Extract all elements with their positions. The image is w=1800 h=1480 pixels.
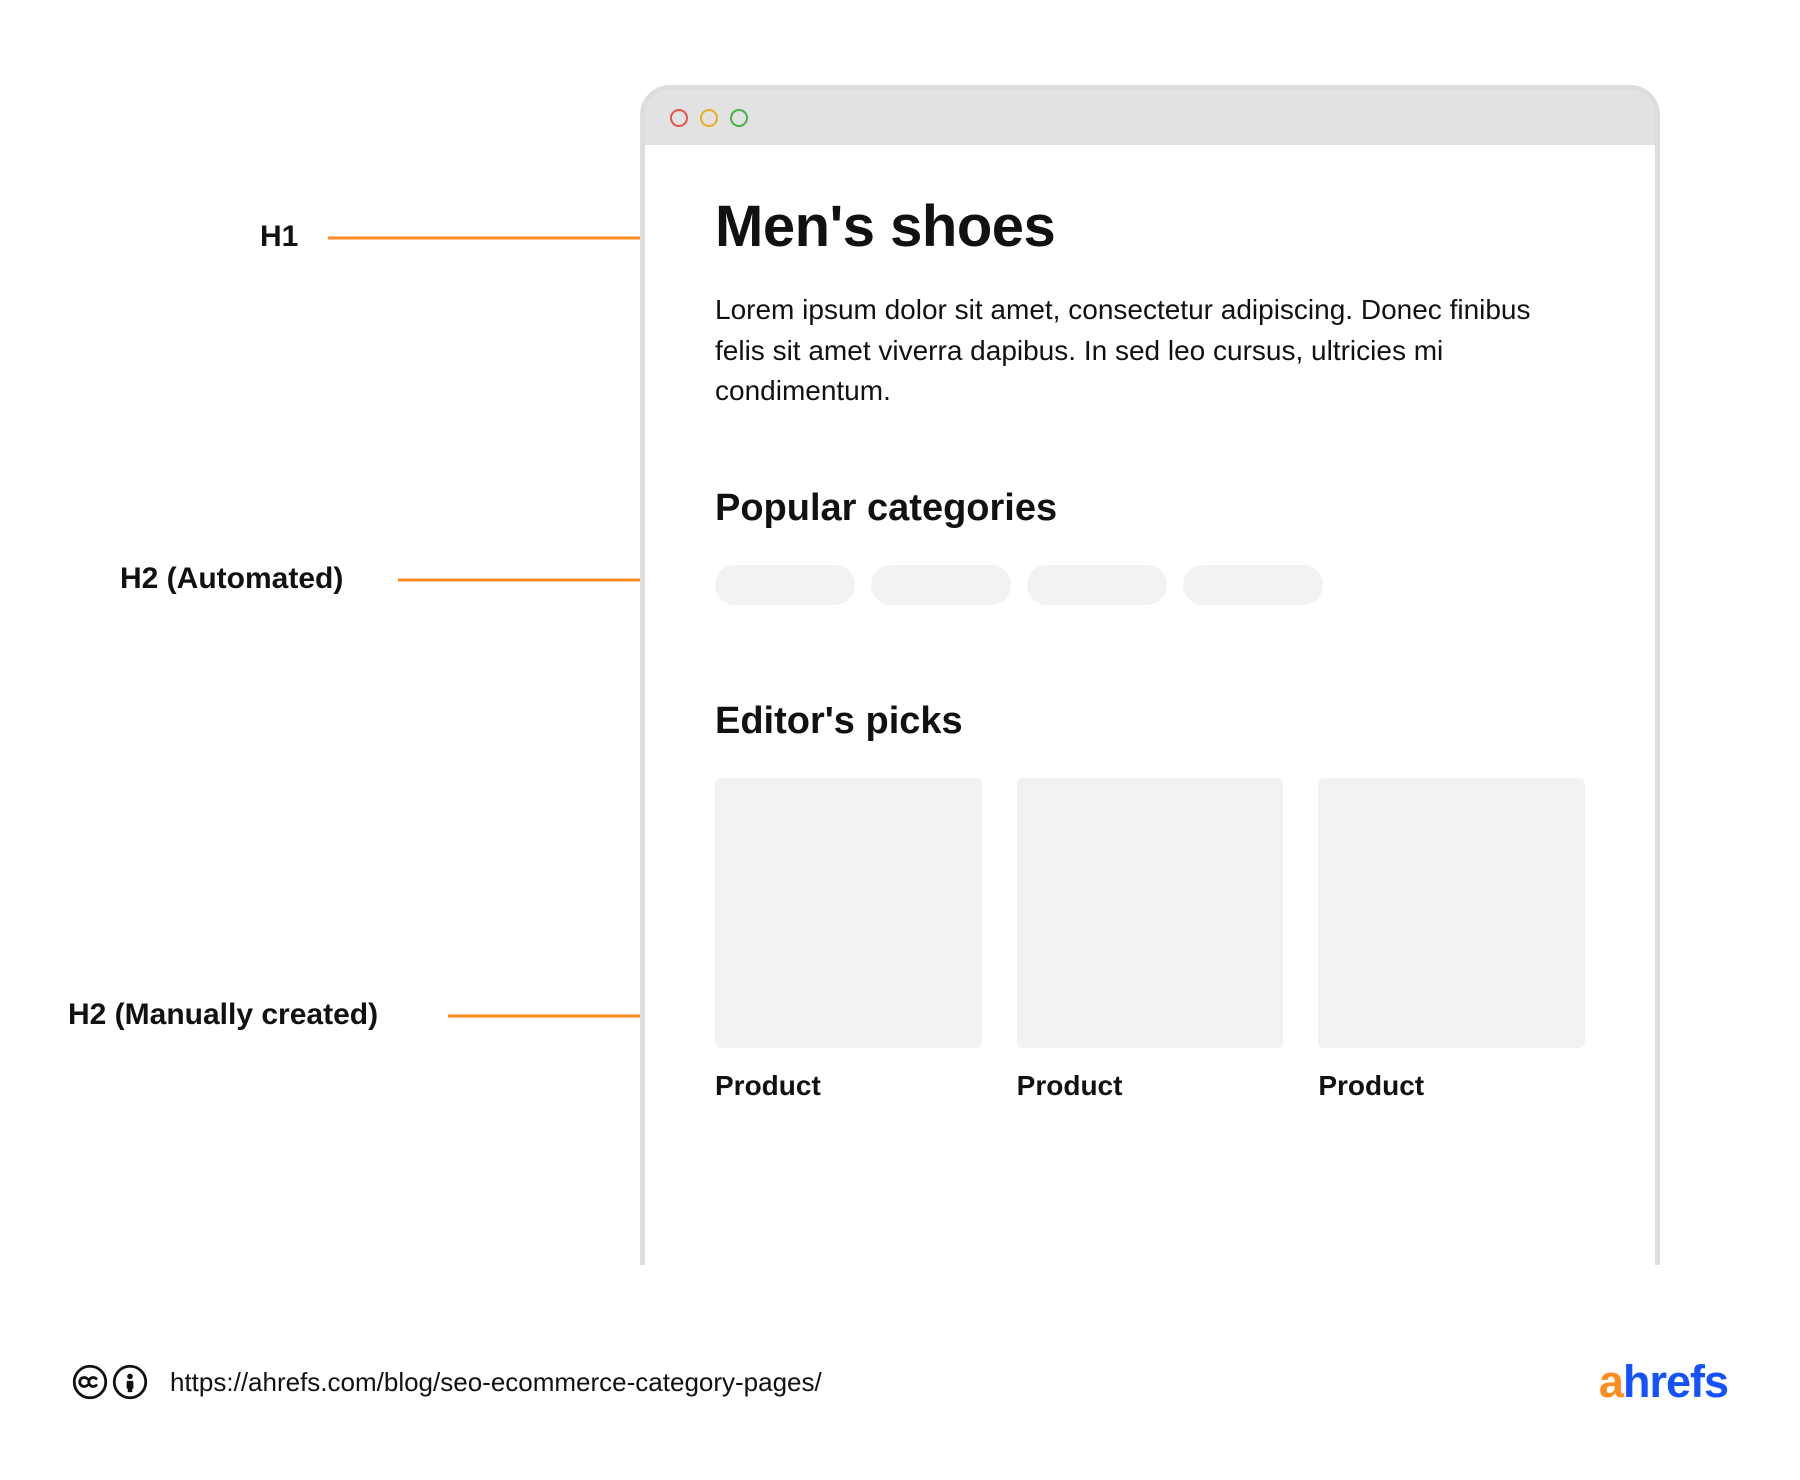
browser-titlebar xyxy=(645,90,1655,145)
annotation-h1: H1 xyxy=(260,220,298,254)
diagram-canvas: H1 H2 (Automated) H2 (Manually created) … xyxy=(0,0,1800,1480)
annotation-h2-manual: H2 (Manually created) xyxy=(68,998,378,1032)
category-chip-placeholder xyxy=(1183,565,1323,605)
diagram-footer: https://ahrefs.com/blog/seo-ecommerce-ca… xyxy=(72,1356,1728,1408)
category-chip-placeholder xyxy=(871,565,1011,605)
popular-categories-h2: Popular categories xyxy=(715,487,1585,530)
traffic-light-maximize-icon xyxy=(730,109,748,127)
page-intro-text: Lorem ipsum dolor sit amet, consectetur … xyxy=(715,290,1535,412)
category-chip-row xyxy=(715,565,1585,605)
product-card: Product xyxy=(715,778,982,1102)
category-chip-placeholder xyxy=(1027,565,1167,605)
ahrefs-logo: ahrefs xyxy=(1599,1356,1728,1408)
product-image-placeholder xyxy=(1017,778,1284,1048)
product-card: Product xyxy=(1017,778,1284,1102)
traffic-light-minimize-icon xyxy=(700,109,718,127)
category-chip-placeholder xyxy=(715,565,855,605)
product-card: Product xyxy=(1318,778,1585,1102)
annotation-h2-automated: H2 (Automated) xyxy=(120,562,343,596)
browser-window-mockup: Men's shoes Lorem ipsum dolor sit amet, … xyxy=(640,85,1660,1265)
traffic-light-close-icon xyxy=(670,109,688,127)
browser-content: Men's shoes Lorem ipsum dolor sit amet, … xyxy=(645,145,1655,1150)
product-label: Product xyxy=(1318,1070,1585,1102)
editors-picks-h2: Editor's picks xyxy=(715,700,1585,743)
cc-icon xyxy=(72,1364,108,1400)
product-label: Product xyxy=(1017,1070,1284,1102)
product-image-placeholder xyxy=(715,778,982,1048)
page-title-h1: Men's shoes xyxy=(715,193,1585,260)
footer-url: https://ahrefs.com/blog/seo-ecommerce-ca… xyxy=(170,1367,822,1398)
product-image-placeholder xyxy=(1318,778,1585,1048)
product-label: Product xyxy=(715,1070,982,1102)
cc-license-icons xyxy=(72,1364,148,1400)
cc-by-icon xyxy=(112,1364,148,1400)
product-grid: Product Product Product xyxy=(715,778,1585,1102)
